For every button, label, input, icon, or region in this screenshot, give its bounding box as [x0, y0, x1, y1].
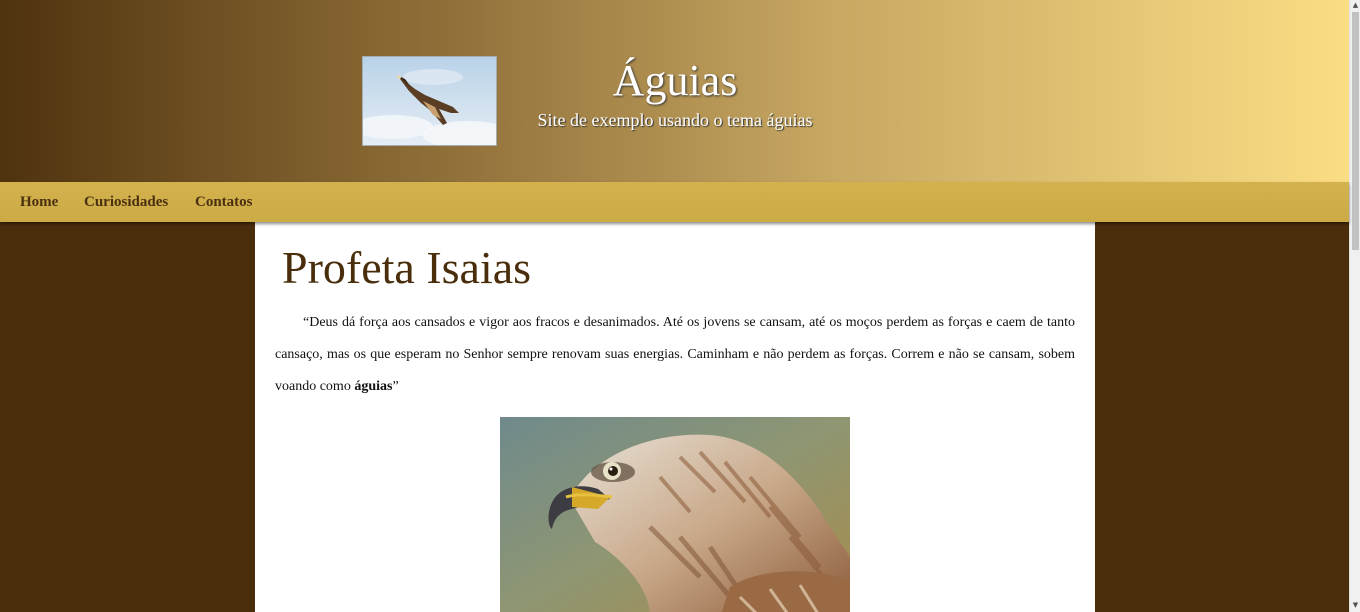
- vertical-scrollbar[interactable]: ▲ ▼: [1349, 0, 1360, 612]
- nav-item-home[interactable]: Home: [20, 193, 58, 211]
- page-heading: Profeta Isaias: [282, 242, 532, 293]
- site-header: Águias Site de exemplo usando o tema águ…: [0, 0, 1349, 182]
- scroll-up-arrow-icon[interactable]: ▲: [1350, 0, 1360, 11]
- flying-eagle-illustration: [363, 57, 496, 145]
- main-content: Profeta Isaias “Deus dá força aos cansad…: [255, 222, 1095, 612]
- main-navigation: Home Curiosidades Contatos: [0, 182, 1349, 222]
- nav-item-curiosidades[interactable]: Curiosidades: [84, 193, 168, 211]
- nav-item-contatos[interactable]: Contatos: [195, 193, 253, 211]
- isaiah-quote: “Deus dá força aos cansados e vigor aos …: [275, 307, 1075, 403]
- quote-end: ”: [392, 379, 399, 394]
- quote-bold-word: águias: [354, 379, 393, 394]
- site-subtitle: Site de exemplo usando o tema águias: [537, 110, 813, 130]
- scroll-thumb[interactable]: [1352, 12, 1359, 250]
- eagle-head-illustration: [500, 417, 850, 612]
- eagle-head-image: [500, 417, 850, 612]
- scroll-down-arrow-icon[interactable]: ▼: [1350, 600, 1360, 611]
- header-logo-image: [362, 56, 497, 146]
- site-title: Águias: [612, 56, 738, 105]
